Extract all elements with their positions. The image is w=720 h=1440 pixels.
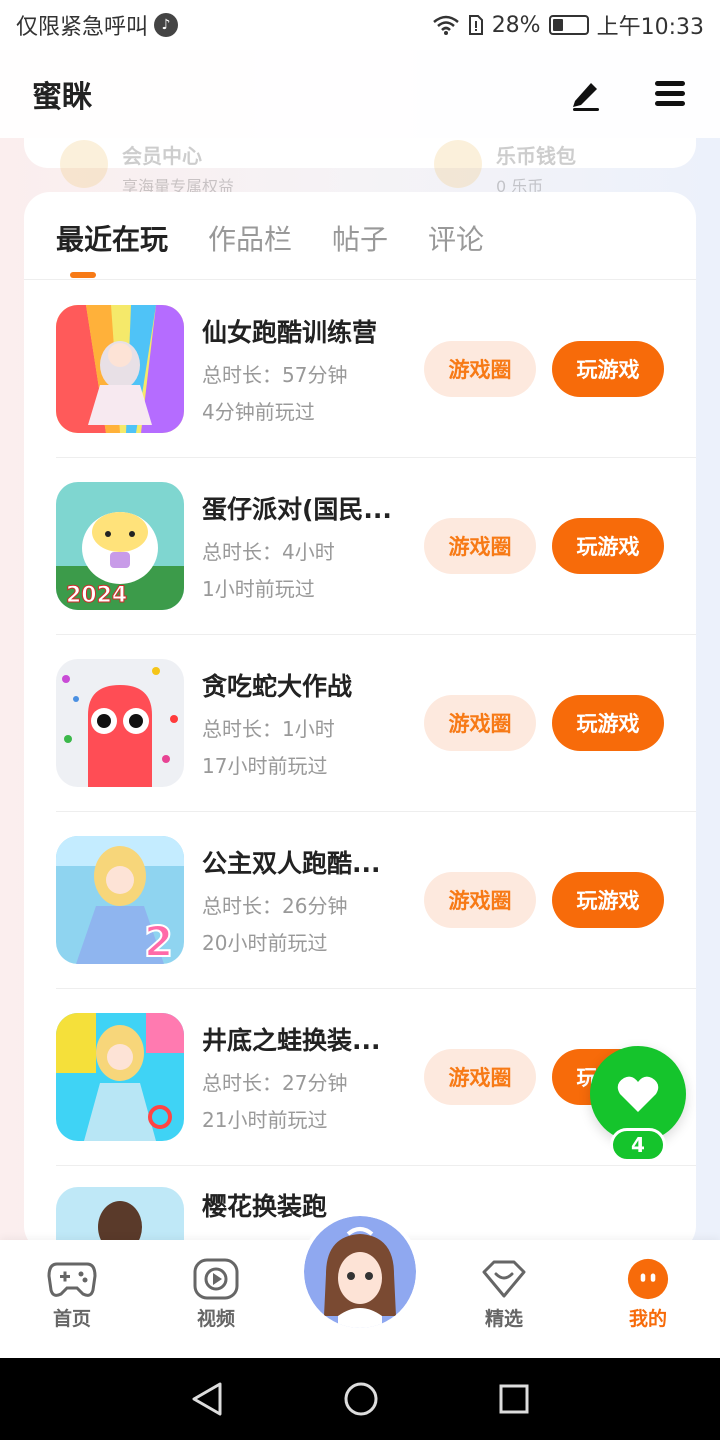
tab-bar: 最近在玩 作品栏 帖子 评论 bbox=[24, 192, 696, 280]
hamburger-icon bbox=[655, 81, 685, 106]
coin-icon bbox=[434, 140, 483, 188]
game-circle-button[interactable]: 游戏圈 bbox=[424, 517, 536, 574]
sim-alert-icon bbox=[468, 15, 483, 35]
play-game-button[interactable]: 玩游戏 bbox=[552, 517, 664, 574]
nav-label: 我的 bbox=[628, 1308, 667, 1330]
nav-featured[interactable]: 精选 bbox=[456, 1258, 552, 1331]
game-duration: 总时长：27分钟 bbox=[202, 1070, 348, 1095]
princess-run-icon[interactable]: 2 bbox=[56, 835, 184, 964]
battery-percent: 28% bbox=[491, 12, 541, 38]
battery-icon bbox=[548, 15, 589, 35]
wifi-icon bbox=[432, 15, 459, 35]
edit-button[interactable] bbox=[568, 76, 604, 112]
game-name: 贪吃蛇大作战 bbox=[202, 671, 353, 701]
home-icon[interactable] bbox=[343, 1381, 379, 1417]
vip-card-ghost: 会员中心 享海量专属权益 乐币钱包 0 乐币 bbox=[60, 140, 576, 197]
video-icon bbox=[193, 1258, 239, 1300]
game-name: 井底之蛙换装... bbox=[202, 1025, 381, 1055]
game-last-played: 1小时前玩过 bbox=[202, 576, 315, 601]
status-bar: 仅限紧急呼叫 ♪ 28% 上午10:33 bbox=[0, 0, 720, 50]
nav-label: 视频 bbox=[196, 1308, 235, 1330]
svg-text:2: 2 bbox=[144, 917, 173, 964]
game-circle-button[interactable]: 游戏圈 bbox=[424, 1048, 536, 1105]
game-last-played: 20小时前玩过 bbox=[202, 930, 328, 955]
header: 蜜眯 会员中心 享海量专属权益 乐币钱包 0 乐币 bbox=[0, 50, 720, 196]
tab-indicator bbox=[70, 272, 96, 278]
game-last-played: 17小时前玩过 bbox=[202, 753, 328, 778]
game-circle-button[interactable]: 游戏圈 bbox=[424, 871, 536, 928]
tab-works[interactable]: 作品栏 bbox=[208, 218, 292, 280]
nav-mine[interactable]: 我的 bbox=[600, 1258, 696, 1331]
play-game-button[interactable]: 玩游戏 bbox=[552, 871, 664, 928]
eggy-party-icon[interactable]: 2024 bbox=[56, 481, 184, 610]
game-row[interactable]: 仙女跑酷训练营 总时长：57分钟 4分钟前玩过 游戏圈 玩游戏 bbox=[24, 280, 696, 457]
tab-recent[interactable]: 最近在玩 bbox=[56, 218, 168, 280]
system-nav-bar bbox=[0, 1358, 720, 1440]
ghost-title: 乐币钱包 bbox=[496, 144, 577, 168]
game-last-played: 4分钟前玩过 bbox=[202, 399, 315, 424]
avatar bbox=[304, 1216, 416, 1328]
page-title: 蜜眯 bbox=[32, 80, 92, 115]
nav-video[interactable]: 视频 bbox=[168, 1258, 264, 1331]
game-duration: 总时长：26分钟 bbox=[202, 893, 348, 918]
member-center-ghost: 会员中心 享海量专属权益 bbox=[60, 140, 234, 197]
frog-dressup-icon[interactable] bbox=[56, 1012, 184, 1141]
snake-battle-icon[interactable] bbox=[56, 658, 184, 787]
tab-comments[interactable]: 评论 bbox=[428, 218, 484, 280]
crown-icon bbox=[60, 140, 108, 188]
game-duration: 总时长：1小时 bbox=[202, 716, 335, 741]
back-icon[interactable] bbox=[190, 1381, 224, 1417]
recents-icon[interactable] bbox=[498, 1383, 530, 1415]
ghost-title: 会员中心 bbox=[122, 144, 202, 168]
game-name: 公主双人跑酷... bbox=[202, 848, 381, 878]
face-icon bbox=[627, 1258, 669, 1300]
heart-tag-icon bbox=[482, 1260, 526, 1298]
game-row[interactable]: 2 公主双人跑酷... 总时长：26分钟 20小时前玩过 游戏圈 玩游戏 bbox=[24, 811, 696, 988]
play-game-button[interactable]: 玩游戏 bbox=[552, 340, 664, 397]
nav-home[interactable]: 首页 bbox=[24, 1258, 120, 1331]
nav-label: 精选 bbox=[484, 1308, 523, 1330]
nav-label: 首页 bbox=[52, 1308, 91, 1330]
game-row[interactable]: 贪吃蛇大作战 总时长：1小时 17小时前玩过 游戏圈 玩游戏 bbox=[24, 634, 696, 811]
menu-button[interactable] bbox=[652, 76, 688, 112]
clock: 上午10:33 bbox=[596, 15, 704, 40]
favorite-count-badge: 4 bbox=[610, 1128, 666, 1162]
wallet-ghost: 乐币钱包 0 乐币 bbox=[434, 140, 576, 197]
game-circle-button[interactable]: 游戏圈 bbox=[424, 340, 536, 397]
svg-text:2024: 2024 bbox=[66, 583, 127, 608]
game-circle-button[interactable]: 游戏圈 bbox=[424, 694, 536, 751]
fairy-parkour-icon[interactable] bbox=[56, 304, 184, 433]
pen-icon bbox=[573, 83, 599, 111]
tiktok-icon: ♪ bbox=[154, 13, 179, 37]
avatar-button[interactable] bbox=[300, 1212, 420, 1332]
game-name: 蛋仔派对(国民... bbox=[202, 494, 392, 524]
heart-icon bbox=[617, 1076, 659, 1112]
play-game-button[interactable]: 玩游戏 bbox=[552, 694, 664, 751]
game-last-played: 21小时前玩过 bbox=[202, 1107, 328, 1132]
game-row[interactable]: 2024 蛋仔派对(国民... 总时长：4小时 1小时前玩过 游戏圈 玩游戏 bbox=[24, 457, 696, 634]
game-name: 仙女跑酷训练营 bbox=[202, 317, 378, 347]
game-duration: 总时长：57分钟 bbox=[202, 362, 348, 387]
tab-posts[interactable]: 帖子 bbox=[332, 218, 388, 280]
game-duration: 总时长：4小时 bbox=[202, 539, 335, 564]
carrier-text: 仅限紧急呼叫 bbox=[16, 15, 149, 40]
gamepad-icon bbox=[47, 1262, 97, 1297]
